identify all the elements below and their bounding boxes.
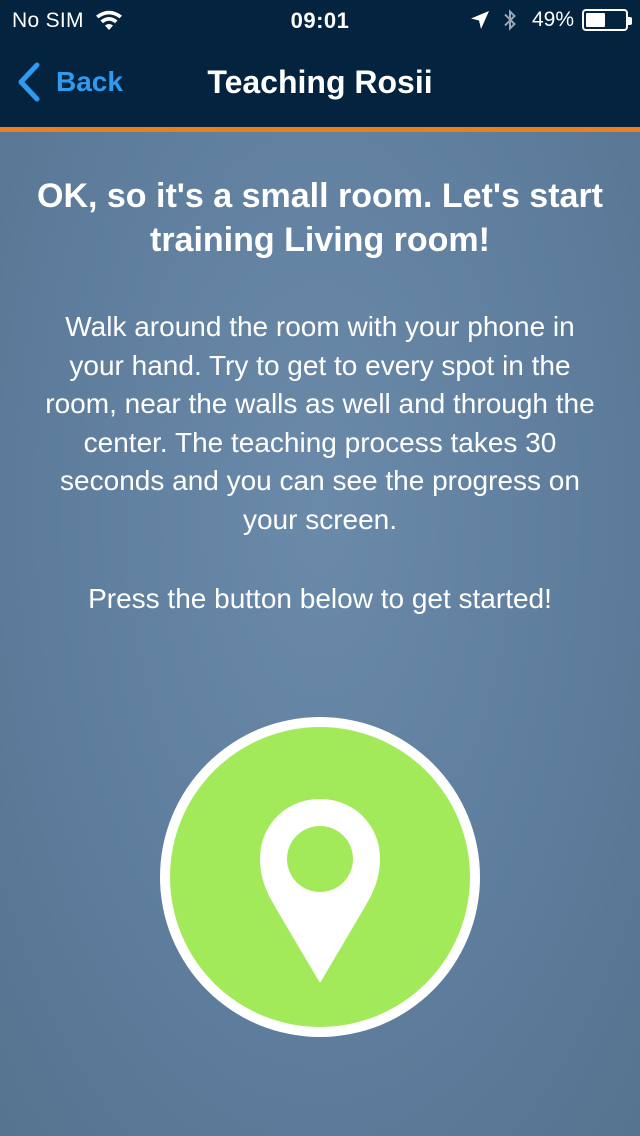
- start-training-button[interactable]: [160, 717, 480, 1037]
- top-bar: No SIM 09:01 49% Back Teaching Rosii: [0, 0, 640, 128]
- call-to-action-text: Press the button below to get started!: [88, 583, 552, 614]
- bluetooth-icon: [504, 9, 516, 31]
- map-pin-icon: [260, 799, 380, 983]
- accent-divider: [0, 127, 640, 132]
- battery-percent: 49%: [531, 8, 574, 31]
- location-arrow-icon: [470, 11, 489, 29]
- battery-icon: [582, 9, 632, 31]
- battery-tip: [628, 17, 632, 25]
- navigation-bar: Back Teaching Rosii: [0, 40, 640, 128]
- headline: OK, so it's a small room. Let's start tr…: [37, 177, 603, 259]
- teaching-screen: No SIM 09:01 49% Back Teaching Rosii OK,…: [0, 0, 640, 1136]
- status-bar: No SIM 09:01 49%: [0, 0, 640, 40]
- battery-fill: [586, 13, 605, 27]
- instructions-text: Walk around the room with your phone in …: [45, 311, 595, 535]
- page-title: Teaching Rosii: [207, 64, 433, 100]
- start-button-fill: [170, 727, 470, 1027]
- status-right: 49%: [470, 8, 632, 32]
